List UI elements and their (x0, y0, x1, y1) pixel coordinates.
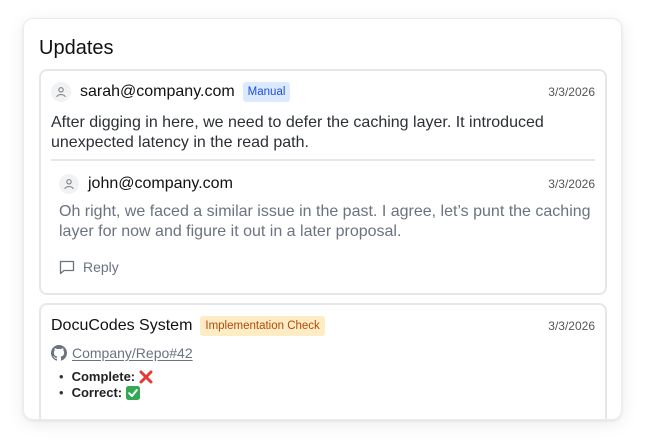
comment-date: 3/3/2026 (548, 85, 595, 99)
github-icon (51, 345, 67, 361)
system-update-card: DocuCodes System Implementation Check 3/… (39, 303, 607, 419)
reply-header: john@company.com (59, 174, 233, 194)
system-date: 3/3/2026 (548, 319, 595, 333)
user-icon (56, 87, 66, 98)
user-avatar (51, 82, 71, 102)
comment-card: sarah@company.com Manual 3/3/2026 After … (39, 69, 607, 295)
repo-link[interactable]: Company/Repo#42 (51, 345, 193, 361)
user-avatar (59, 174, 79, 194)
comment-author: sarah@company.com (80, 83, 235, 100)
system-author: DocuCodes System (51, 317, 193, 334)
check-correct: Correct: (59, 385, 153, 401)
comment-icon (59, 260, 75, 275)
reply-text: Oh right, we faced a similar issue in th… (59, 203, 591, 240)
system-header: DocuCodes System Implementation Check (51, 316, 325, 336)
repo-link-label: Company/Repo#42 (72, 345, 193, 361)
check-complete: Complete: (59, 369, 153, 385)
panel-title: Updates (39, 37, 114, 59)
manual-badge: Manual (242, 82, 291, 102)
comment-header: sarah@company.com Manual (51, 82, 291, 102)
comment-text: After digging in here, we need to defer … (51, 114, 544, 151)
check-list: Complete: Correct: (59, 369, 153, 401)
updates-panel: Updates sarah@company.com Manual 3/3/202… (23, 18, 622, 420)
check-mark-icon (126, 386, 141, 400)
implementation-check-badge: Implementation Check (200, 316, 325, 336)
check-complete-label: Complete: (71, 369, 136, 384)
user-icon (64, 179, 74, 190)
check-correct-label: Correct: (71, 385, 123, 400)
reply-button[interactable]: Reply (59, 259, 119, 275)
cross-mark-icon (139, 370, 153, 384)
reply-date: 3/3/2026 (548, 177, 595, 191)
reply-divider (51, 159, 595, 161)
reply-button-label: Reply (83, 259, 119, 275)
reply-author: john@company.com (88, 175, 233, 192)
